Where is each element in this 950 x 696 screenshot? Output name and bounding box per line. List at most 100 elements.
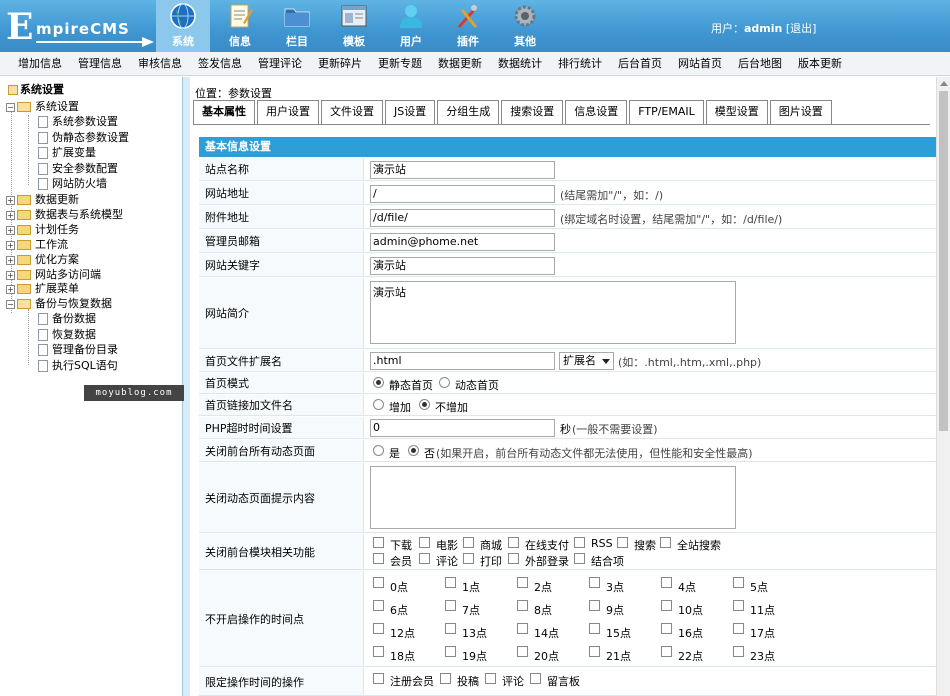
hour-checkbox[interactable]: [445, 646, 456, 657]
tree-item[interactable]: 系统参数设置: [38, 114, 118, 129]
expand-icon[interactable]: +: [6, 240, 15, 250]
logout-link[interactable]: [退出]: [786, 22, 817, 35]
tab-model[interactable]: 模型设置: [705, 100, 768, 124]
quick-menu-item[interactable]: 网站首页: [678, 52, 722, 76]
checkbox[interactable]: [373, 537, 384, 548]
tab-info[interactable]: 信息设置: [565, 100, 628, 124]
quick-menu-item[interactable]: 管理信息: [78, 52, 122, 76]
tree-folder[interactable]: + 数据表与系统模型: [6, 207, 123, 222]
hour-checkbox[interactable]: [661, 577, 672, 588]
ext-select[interactable]: 扩展名: [559, 352, 614, 370]
hour-checkbox[interactable]: [445, 623, 456, 634]
tree-folder[interactable]: + 计划任务: [6, 222, 79, 237]
quick-menu-item[interactable]: 签发信息: [198, 52, 242, 76]
tree-root[interactable]: 系统设置: [8, 83, 64, 97]
radio-close-yes[interactable]: [373, 445, 384, 456]
php-timeout-input[interactable]: 0: [370, 419, 555, 437]
tree-folder[interactable]: + 扩展菜单: [6, 281, 79, 296]
index-ext-input[interactable]: .html: [370, 352, 555, 370]
tree-folder-system[interactable]: − 系统设置: [6, 99, 79, 114]
site-url-input[interactable]: /: [370, 185, 555, 203]
tree-item[interactable]: 伪静态参数设置: [38, 130, 129, 145]
checkbox[interactable]: [574, 553, 585, 564]
quick-menu-item[interactable]: 更新专题: [378, 52, 422, 76]
radio-link-add[interactable]: [373, 399, 384, 410]
keywords-input[interactable]: 演示站: [370, 257, 555, 275]
expand-icon[interactable]: +: [6, 195, 15, 205]
tree-item[interactable]: 网站防火墙: [38, 176, 107, 191]
tab-user[interactable]: 用户设置: [257, 100, 319, 124]
checkbox[interactable]: [574, 537, 585, 548]
nav-user[interactable]: 用户: [384, 0, 438, 52]
quick-menu-item[interactable]: 管理评论: [258, 52, 302, 76]
expand-icon[interactable]: +: [6, 270, 15, 280]
checkbox[interactable]: [485, 673, 496, 684]
attach-url-input[interactable]: /d/file/: [370, 209, 555, 227]
quick-menu-item[interactable]: 后台首页: [618, 52, 662, 76]
hour-checkbox[interactable]: [445, 600, 456, 611]
checkbox[interactable]: [373, 553, 384, 564]
tree-item[interactable]: 扩展变量: [38, 145, 96, 160]
tab-group[interactable]: 分组生成: [437, 100, 500, 124]
nav-other[interactable]: 其他: [498, 0, 552, 52]
checkbox[interactable]: [419, 553, 430, 564]
scrollbar-thumb[interactable]: [939, 91, 948, 431]
quick-menu-item[interactable]: 排行统计: [558, 52, 602, 76]
tab-js[interactable]: JS设置: [385, 100, 436, 124]
nav-template[interactable]: 模板: [327, 0, 381, 52]
hour-checkbox[interactable]: [589, 646, 600, 657]
tab-ftp[interactable]: FTP/EMAIL: [629, 100, 704, 124]
tab-image[interactable]: 图片设置: [769, 100, 832, 124]
quick-menu-item[interactable]: 审核信息: [138, 52, 182, 76]
tab-search[interactable]: 搜索设置: [501, 100, 564, 124]
tree-item[interactable]: 备份数据: [38, 311, 96, 326]
radio-link-noadd[interactable]: [419, 399, 430, 410]
expand-icon[interactable]: +: [6, 255, 15, 265]
vertical-scrollbar[interactable]: [936, 77, 950, 696]
hour-checkbox[interactable]: [733, 623, 744, 634]
expand-icon[interactable]: +: [6, 225, 15, 235]
checkbox[interactable]: [440, 673, 451, 684]
intro-textarea[interactable]: 演示站: [370, 281, 736, 344]
checkbox[interactable]: [463, 553, 474, 564]
checkbox[interactable]: [419, 537, 430, 548]
expand-icon[interactable]: +: [6, 210, 15, 220]
tree-item[interactable]: 恢复数据: [38, 327, 96, 342]
checkbox[interactable]: [463, 537, 474, 548]
hour-checkbox[interactable]: [733, 577, 744, 588]
quick-menu-item[interactable]: 更新碎片: [318, 52, 362, 76]
radio-close-no[interactable]: [408, 445, 419, 456]
checkbox[interactable]: [617, 537, 628, 548]
collapse-icon[interactable]: −: [6, 102, 15, 112]
quick-menu-item[interactable]: 数据更新: [438, 52, 482, 76]
checkbox[interactable]: [530, 673, 541, 684]
checkbox[interactable]: [508, 537, 519, 548]
hour-checkbox[interactable]: [373, 623, 384, 634]
hour-checkbox[interactable]: [661, 600, 672, 611]
nav-system[interactable]: 系统: [156, 0, 210, 52]
hour-checkbox[interactable]: [517, 600, 528, 611]
radio-dynamic-index[interactable]: [439, 377, 450, 388]
hour-checkbox[interactable]: [589, 600, 600, 611]
hour-checkbox[interactable]: [373, 646, 384, 657]
tree-item[interactable]: 安全参数配置: [38, 161, 118, 176]
expand-icon[interactable]: +: [6, 284, 15, 294]
hour-checkbox[interactable]: [661, 623, 672, 634]
splitter[interactable]: [183, 77, 190, 696]
tree-folder[interactable]: + 工作流: [6, 237, 68, 252]
tree-folder[interactable]: + 网站多访问端: [6, 267, 101, 282]
hour-checkbox[interactable]: [733, 646, 744, 657]
tree-item[interactable]: 执行SQL语句: [38, 358, 118, 373]
tree-folder[interactable]: + 数据更新: [6, 192, 79, 207]
tree-item[interactable]: 管理备份目录: [38, 342, 118, 357]
tab-basic[interactable]: 基本属性: [193, 100, 255, 124]
scroll-up-icon[interactable]: [940, 81, 948, 86]
quick-menu-item[interactable]: 版本更新: [798, 52, 842, 76]
close-tip-textarea[interactable]: [370, 466, 736, 529]
quick-menu-item[interactable]: 后台地图: [738, 52, 782, 76]
hour-checkbox[interactable]: [517, 646, 528, 657]
checkbox[interactable]: [660, 537, 671, 548]
checkbox[interactable]: [373, 673, 384, 684]
hour-checkbox[interactable]: [661, 646, 672, 657]
site-name-input[interactable]: 演示站: [370, 161, 555, 179]
